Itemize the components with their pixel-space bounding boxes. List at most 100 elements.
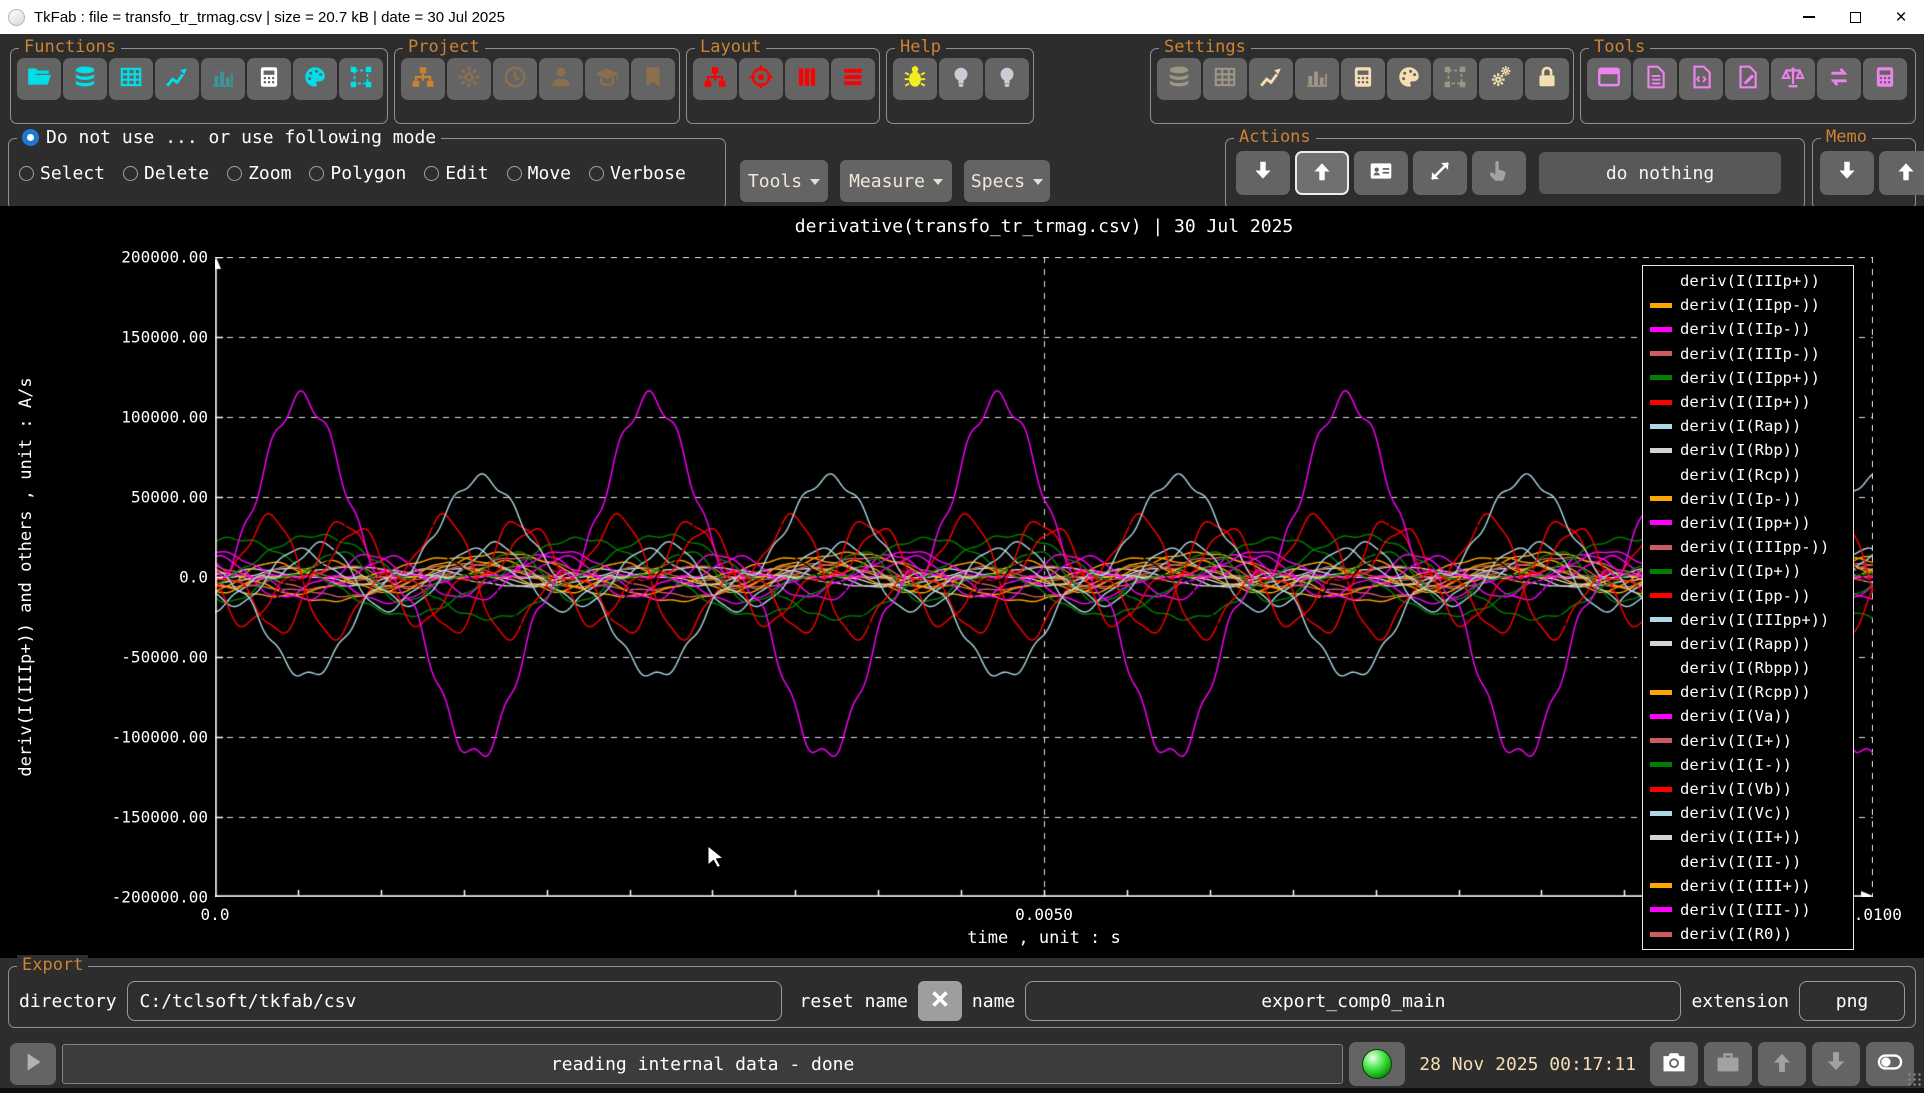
toolbar-button-bar-chart[interactable] <box>1295 58 1339 100</box>
toolbar-button-horizontal-bars[interactable] <box>831 58 875 100</box>
toolbar-button-lightbulb[interactable] <box>939 58 983 100</box>
measure-menu-button[interactable]: Measure <box>840 160 952 202</box>
bar-chart-icon <box>210 64 236 94</box>
sitemap-icon <box>702 64 728 94</box>
y-tick-label: 200000.00 <box>121 248 208 267</box>
minimize-icon <box>1803 16 1815 18</box>
legend-entry: deriv(I(Rbpp)) <box>1643 656 1853 680</box>
toolbar-button-bug[interactable] <box>893 58 937 100</box>
toolbar-button-calculator[interactable] <box>1341 58 1385 100</box>
mode-radio-select[interactable]: Select <box>19 163 105 184</box>
toolbar-button-database[interactable] <box>63 58 107 100</box>
toolbar-button-gear[interactable] <box>447 58 491 100</box>
toolbar-button-target[interactable] <box>739 58 783 100</box>
name-input[interactable] <box>1025 981 1681 1021</box>
specs-menu-button[interactable]: Specs <box>964 160 1050 202</box>
toolbar-button-calculator[interactable] <box>1863 58 1907 100</box>
memo-button-download-arrow[interactable] <box>1820 151 1874 195</box>
close-button[interactable]: × <box>1878 0 1924 34</box>
legend-entry: deriv(I(IIpp+)) <box>1643 366 1853 390</box>
legend-swatch <box>1650 859 1672 864</box>
mode-radio-polygon[interactable]: Polygon <box>309 163 406 184</box>
legend-entry: deriv(I(Rcp)) <box>1643 463 1853 487</box>
toolbar-button-clock[interactable] <box>493 58 537 100</box>
toolbar-button-calculator[interactable] <box>247 58 291 100</box>
toolbar-button-line-chart[interactable] <box>1249 58 1293 100</box>
toolbar-button-sitemap[interactable] <box>401 58 445 100</box>
toolbar-button-select-frame[interactable] <box>1433 58 1477 100</box>
mode-radio-edit[interactable]: Edit <box>424 163 488 184</box>
do-not-use-radio[interactable] <box>22 129 39 146</box>
legend-entry: deriv(I(R0)) <box>1643 922 1853 946</box>
toolbar-button-gears[interactable] <box>1479 58 1523 100</box>
toolbar-button-graduation-cap[interactable] <box>585 58 629 100</box>
do-nothing-button[interactable]: do nothing <box>1539 152 1781 194</box>
mode-radio-move[interactable]: Move <box>507 163 571 184</box>
legend-label: deriv(I(IIIp-)) <box>1680 345 1820 363</box>
horizontal-bars-icon <box>840 64 866 94</box>
toolbar-button-palette[interactable] <box>1387 58 1431 100</box>
toolbar-button-edit-document[interactable] <box>1725 58 1769 100</box>
legend-swatch <box>1650 520 1672 525</box>
resize-grip[interactable] <box>1907 1072 1921 1086</box>
legend-label: deriv(I(IIIpp+)) <box>1680 611 1829 629</box>
maximize-button[interactable] <box>1832 0 1878 34</box>
extension-input[interactable] <box>1799 981 1905 1021</box>
status-button-upload-arrow[interactable] <box>1758 1042 1806 1086</box>
legend-entry: deriv(I(IIIp-)) <box>1643 342 1853 366</box>
toolbar-button-folder-open[interactable] <box>17 58 61 100</box>
download-arrow-icon <box>1834 158 1860 188</box>
legend-label: deriv(I(Rbp)) <box>1680 441 1801 459</box>
toolbar-button-palette[interactable] <box>293 58 337 100</box>
directory-input[interactable] <box>127 981 782 1021</box>
toolbar-button-bar-chart[interactable] <box>201 58 245 100</box>
window-title: TkFab : file = transfo_tr_trmag.csv | si… <box>34 9 1786 26</box>
toolbar-button-vertical-bars[interactable] <box>785 58 829 100</box>
status-button-camera[interactable] <box>1650 1042 1698 1086</box>
legend-swatch <box>1650 641 1672 646</box>
toolbar-button-document[interactable] <box>1633 58 1677 100</box>
toolbar-button-sitemap[interactable] <box>693 58 737 100</box>
status-button-briefcase[interactable] <box>1704 1042 1752 1086</box>
actions-button-download-arrow[interactable] <box>1236 151 1290 195</box>
toolbar-button-line-chart[interactable] <box>155 58 199 100</box>
toolbar-button-window[interactable] <box>1587 58 1631 100</box>
palette-icon <box>1396 64 1422 94</box>
memo-button-upload-arrow[interactable] <box>1879 151 1924 195</box>
legend-entry: deriv(I(II-)) <box>1643 850 1853 874</box>
toolbar-button-person[interactable] <box>539 58 583 100</box>
mode-radio-verbose[interactable]: Verbose <box>589 163 686 184</box>
legend-entry: deriv(I(Vc)) <box>1643 801 1853 825</box>
toolbar-button-table[interactable] <box>109 58 153 100</box>
legend-entry: deriv(I(Ipp+)) <box>1643 511 1853 535</box>
legend-label: deriv(I(I+)) <box>1680 732 1792 750</box>
plot-canvas[interactable] <box>215 257 1873 897</box>
toolbar-button-table[interactable] <box>1203 58 1247 100</box>
x-tick-label: 0.0 <box>201 905 230 924</box>
play-button[interactable] <box>10 1043 56 1085</box>
toolbar-button-lightbulb[interactable] <box>985 58 1029 100</box>
actions-button-contact-card[interactable] <box>1354 151 1408 195</box>
toolbar-button-swap-arrows[interactable] <box>1817 58 1861 100</box>
mode-radio-delete[interactable]: Delete <box>123 163 209 184</box>
upload-arrow-icon <box>1768 1048 1796 1080</box>
actions-button-upload-arrow[interactable] <box>1295 151 1349 195</box>
minimize-button[interactable] <box>1786 0 1832 34</box>
toolbar-button-database[interactable] <box>1157 58 1201 100</box>
mode-radio-zoom[interactable]: Zoom <box>227 163 291 184</box>
legend-label: deriv(I(I-)) <box>1680 756 1792 774</box>
legend-label: deriv(I(IIp-)) <box>1680 320 1811 338</box>
toolbar-button-select-frame[interactable] <box>339 58 383 100</box>
toolbar-button-scales[interactable] <box>1771 58 1815 100</box>
tools-menu-button[interactable]: Tools <box>740 160 828 202</box>
toolbar-button-lock[interactable] <box>1525 58 1569 100</box>
actions-button-hand-pointer[interactable] <box>1472 151 1526 195</box>
status-button-download-arrow[interactable] <box>1812 1042 1860 1086</box>
toolbar-button-code-document[interactable] <box>1679 58 1723 100</box>
x-axis-label: time , unit : s <box>215 928 1873 948</box>
toolbar-button-bookmark[interactable] <box>631 58 675 100</box>
status-led-button[interactable] <box>1349 1042 1405 1086</box>
graduation-cap-icon <box>594 64 620 94</box>
reset-name-button[interactable] <box>918 981 962 1021</box>
actions-button-expand-arrows[interactable] <box>1413 151 1467 195</box>
